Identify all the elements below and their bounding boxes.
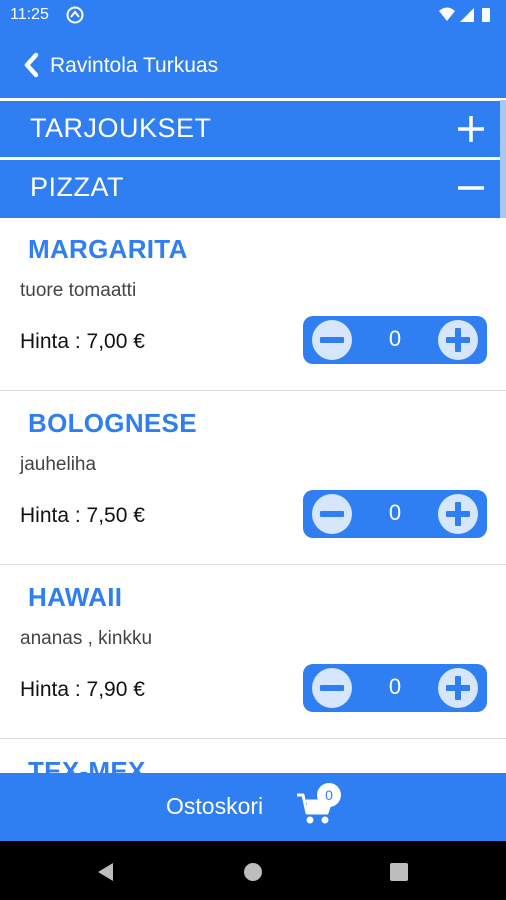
quantity-value: 0 <box>388 674 402 699</box>
increase-button[interactable] <box>437 493 479 535</box>
item-description: jauheliha <box>20 454 97 475</box>
item-description: ananas , kinkku <box>20 628 153 649</box>
nav-recents-icon[interactable] <box>388 861 410 883</box>
item-name: MARGARITA <box>28 234 188 264</box>
menu-item-hawaii: HAWAII ananas , kinkku Hinta : 7,90 € 0 <box>0 566 506 739</box>
section-header-tarjoukset[interactable]: TARJOUKSET <box>0 101 500 157</box>
scrollbar-thumb[interactable] <box>500 100 506 218</box>
cart-button[interactable]: Ostoskori 0 <box>0 773 506 841</box>
status-time: 11:25 <box>10 6 49 23</box>
system-navigation-bar <box>0 841 506 900</box>
decrease-button[interactable] <box>311 667 353 709</box>
status-bar: 11:25 <box>0 0 506 30</box>
plus-icon[interactable] <box>456 114 486 144</box>
item-price: Hinta : 7,90 € <box>20 678 145 701</box>
nav-home-icon[interactable] <box>242 861 264 883</box>
section-label: PIZZAT <box>30 172 124 202</box>
section-header-pizzat[interactable]: PIZZAT <box>0 160 500 218</box>
restaurant-title: Ravintola Turkuas <box>50 54 219 77</box>
quantity-value: 0 <box>388 500 402 525</box>
item-name: TEX-MEX <box>28 756 146 774</box>
quantity-stepper: 0 <box>303 490 487 538</box>
wifi-icon <box>439 7 455 21</box>
minus-icon[interactable] <box>456 173 486 203</box>
menu-item-bolognese: BOLOGNESE jauheliha Hinta : 7,50 € 0 <box>0 392 506 565</box>
battery-icon <box>482 8 490 22</box>
item-name: HAWAII <box>28 582 123 612</box>
status-icons <box>439 7 490 22</box>
increase-button[interactable] <box>437 319 479 361</box>
nav-back-icon[interactable] <box>95 861 117 883</box>
item-description: tuore tomaatti <box>20 280 137 301</box>
cart-count-badge: 0 <box>317 783 341 807</box>
decrease-button[interactable] <box>311 493 353 535</box>
quantity-stepper: 0 <box>303 316 487 364</box>
item-price: Hinta : 7,50 € <box>20 504 145 527</box>
app-bar: Ravintola Turkuas <box>0 30 506 98</box>
signal-icon <box>460 8 474 22</box>
cart-label: Ostoskori <box>166 793 264 819</box>
back-chevron-icon[interactable] <box>22 52 40 78</box>
menu-item-margarita: MARGARITA tuore tomaatti Hinta : 7,00 € … <box>0 218 506 391</box>
quantity-stepper: 0 <box>303 664 487 712</box>
menu-item-tex-mex: TEX-MEX <box>0 740 506 774</box>
section-label: TARJOUKSET <box>30 113 212 143</box>
notification-app-icon <box>66 6 84 24</box>
increase-button[interactable] <box>437 667 479 709</box>
decrease-button[interactable] <box>311 319 353 361</box>
item-name: BOLOGNESE <box>28 408 197 438</box>
quantity-value: 0 <box>388 326 402 351</box>
item-price: Hinta : 7,00 € <box>20 330 145 353</box>
